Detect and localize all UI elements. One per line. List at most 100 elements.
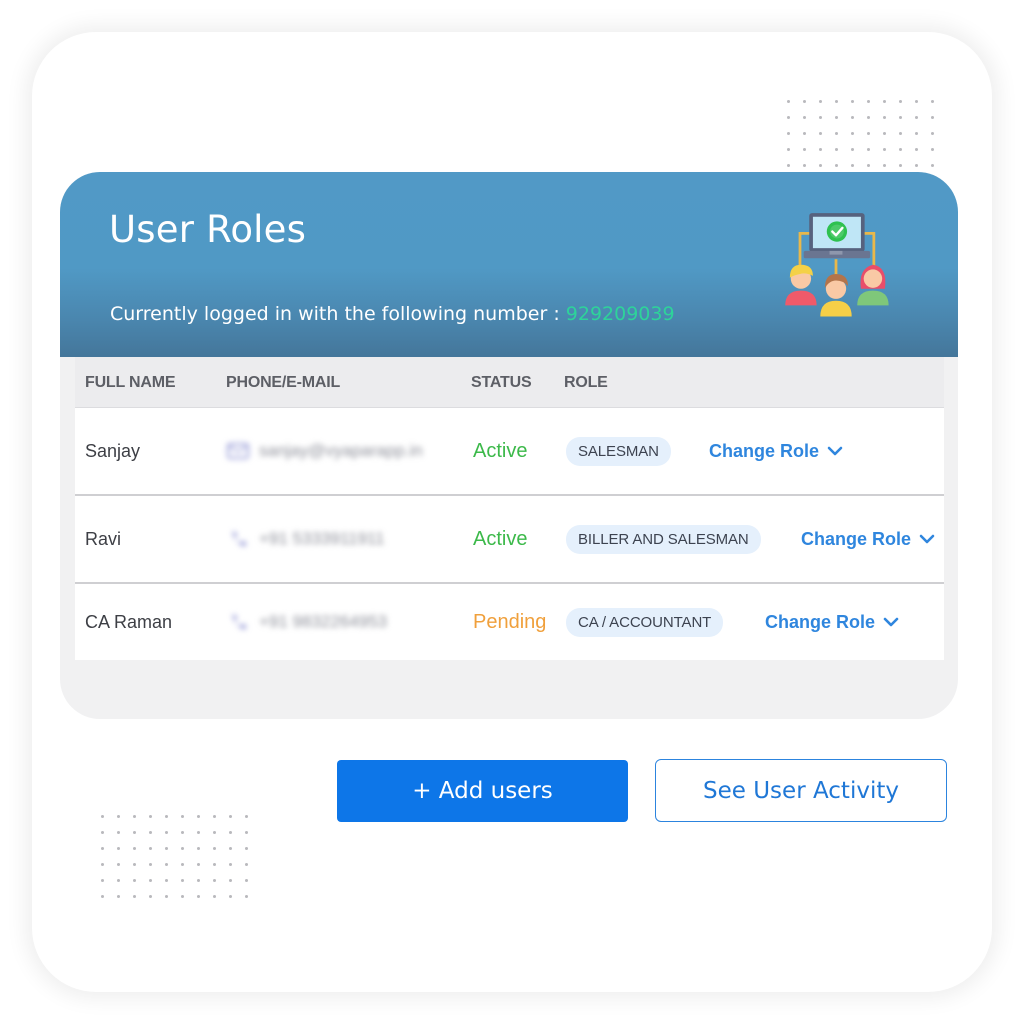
decorative-dot [835, 116, 851, 132]
decorative-dot [915, 148, 931, 164]
decorative-dot [851, 116, 867, 132]
user-name: Ravi [85, 528, 122, 549]
decorative-dot [245, 831, 261, 847]
decorative-dot [229, 879, 245, 895]
status-badge: Pending [473, 610, 547, 633]
decorative-dot [835, 148, 851, 164]
decorative-dot [165, 831, 181, 847]
user-contact-value: +91 5333911911 [259, 529, 385, 548]
decorative-dot [165, 863, 181, 879]
decorative-dot [165, 815, 181, 831]
decorative-dot [117, 847, 133, 863]
decorative-dot [819, 100, 835, 116]
decorative-dot [915, 100, 931, 116]
decorative-dot [787, 116, 803, 132]
decorative-dot [133, 863, 149, 879]
role-cell: SALESMAN [566, 408, 671, 494]
decorative-dot [899, 148, 915, 164]
decorative-dot [931, 100, 947, 116]
decorative-dot [213, 895, 229, 911]
users-network-icon [785, 213, 889, 317]
decorative-dot [787, 100, 803, 116]
decorative-dot [149, 863, 165, 879]
table-row: Sanjay sanjay@vyaparapp.in Active SALESM… [75, 408, 944, 496]
change-role-cell: Change Role [765, 584, 899, 660]
add-users-button[interactable]: + Add users [337, 760, 628, 822]
decorative-dot [229, 815, 245, 831]
decorative-dot [245, 879, 261, 895]
logged-in-info: Currently logged in with the following n… [110, 303, 675, 325]
change-role-dropdown[interactable]: Change Role [801, 529, 935, 550]
decorative-dot [181, 863, 197, 879]
decorative-dot [867, 132, 883, 148]
decorative-dot [883, 116, 899, 132]
user-contact: +91 5333911911 [227, 496, 385, 582]
decorative-dot [197, 815, 213, 831]
column-header-role: ROLE [564, 374, 608, 391]
decorative-dot [181, 879, 197, 895]
decorative-dot [851, 100, 867, 116]
decorative-dot [867, 100, 883, 116]
decorative-dot [181, 847, 197, 863]
decorative-dot [931, 148, 947, 164]
decorative-dot [245, 863, 261, 879]
column-header-status: STATUS [471, 374, 532, 391]
decorative-dot [229, 831, 245, 847]
change-role-dropdown[interactable]: Change Role [765, 612, 899, 633]
decorative-dot [245, 895, 261, 911]
decorative-dot [133, 815, 149, 831]
decorative-dot [149, 847, 165, 863]
user-roles-card: User Roles Currently logged in with the … [60, 172, 958, 719]
user-contact-value: +91 9832264953 [259, 612, 388, 631]
decorative-dot [803, 148, 819, 164]
decorative-dot [133, 847, 149, 863]
decorative-dot [101, 815, 117, 831]
phone-icon [227, 614, 249, 630]
decorative-dot [213, 879, 229, 895]
decorative-dot [117, 879, 133, 895]
mail-icon [227, 443, 249, 459]
decorative-dot [899, 132, 915, 148]
decorative-dot [915, 116, 931, 132]
user-roles-header: User Roles Currently logged in with the … [60, 172, 958, 357]
decorative-dot [867, 116, 883, 132]
decorative-dot [787, 148, 803, 164]
chevron-down-icon [827, 446, 843, 456]
decorative-dot [819, 148, 835, 164]
decorative-dot [197, 831, 213, 847]
decorative-dot [803, 132, 819, 148]
decorative-dot [165, 895, 181, 911]
user-contact-value: sanjay@vyaparapp.in [259, 441, 423, 460]
role-cell: CA / ACCOUNTANT [566, 584, 724, 660]
logged-in-label: Currently logged in with the following n… [110, 303, 566, 325]
decorative-dot [213, 863, 229, 879]
decorative-dot [819, 116, 835, 132]
decorative-dot [133, 831, 149, 847]
change-role-dropdown[interactable]: Change Role [709, 441, 843, 462]
decorative-dot [915, 132, 931, 148]
page-title: User Roles [109, 208, 307, 251]
see-user-activity-button[interactable]: See User Activity [655, 759, 947, 822]
decorative-dot [101, 879, 117, 895]
decorative-dot [931, 132, 947, 148]
user-name: CA Raman [85, 611, 173, 632]
decorative-dot [835, 100, 851, 116]
column-header-contact: PHONE/E-MAIL [226, 374, 341, 391]
decorative-dot [133, 879, 149, 895]
change-role-label: Change Role [709, 440, 820, 461]
role-badge: BILLER AND SALESMAN [566, 524, 761, 554]
role-badge: SALESMAN [566, 436, 671, 466]
decorative-dot [101, 895, 117, 911]
decorative-dot [165, 879, 181, 895]
role-cell: BILLER AND SALESMAN [566, 496, 761, 582]
logged-in-number: 929209039 [565, 303, 675, 325]
decorative-dot [149, 895, 165, 911]
decorative-dot [229, 895, 245, 911]
decorative-dot [101, 847, 117, 863]
decorative-dot [803, 100, 819, 116]
decorative-dot [149, 815, 165, 831]
chevron-down-icon [919, 534, 935, 544]
change-role-cell: Change Role [801, 496, 935, 582]
decorative-dot [213, 815, 229, 831]
table-row: CA Raman +91 9832264953 Pending CA / ACC… [75, 584, 944, 660]
